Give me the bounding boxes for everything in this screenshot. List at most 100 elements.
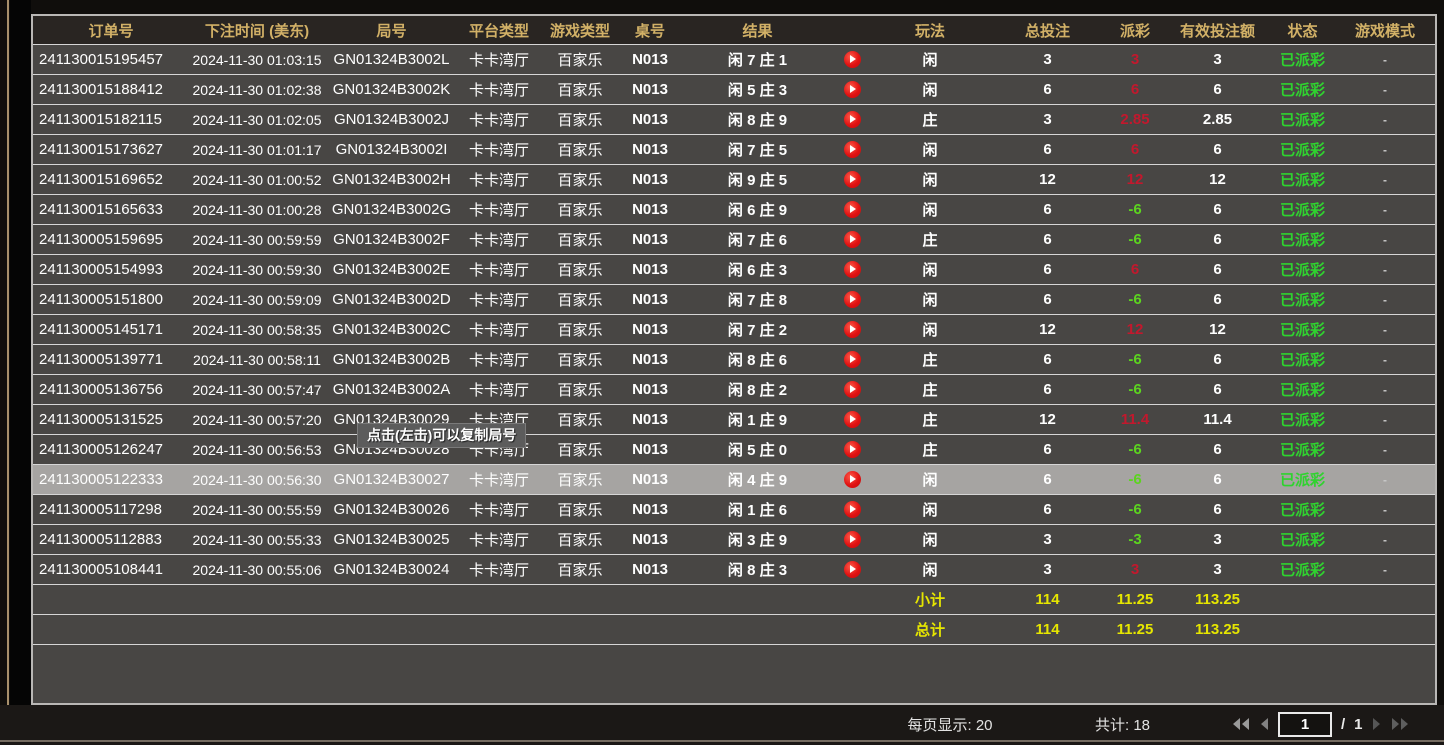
play-icon[interactable] xyxy=(844,141,861,158)
play-icon-cell[interactable] xyxy=(835,531,870,549)
play-icon-cell[interactable] xyxy=(835,561,870,579)
page-separator: / xyxy=(1341,716,1345,733)
play-icon-cell[interactable] xyxy=(835,381,870,399)
play-icon-cell[interactable] xyxy=(835,81,870,99)
round-cell[interactable]: GN01324B3002D xyxy=(325,291,458,308)
game-type-cell: 百家乐 xyxy=(540,259,620,280)
total-bet-cell: 6 xyxy=(990,231,1105,248)
page-input[interactable] xyxy=(1278,712,1332,737)
status-cell: 已派彩 xyxy=(1270,229,1335,250)
valid-bet-cell: 3 xyxy=(1165,531,1270,548)
play-icon-cell[interactable] xyxy=(835,261,870,279)
table-row[interactable]: 2411300051128832024-11-30 00:55:33GN0132… xyxy=(33,525,1435,555)
round-cell[interactable]: GN01324B3002G xyxy=(325,201,458,218)
play-icon[interactable] xyxy=(844,51,861,68)
next-page-button[interactable] xyxy=(1372,717,1382,731)
valid-bet-cell: 6 xyxy=(1165,261,1270,278)
play-icon-cell[interactable] xyxy=(835,51,870,69)
play-icon-cell[interactable] xyxy=(835,201,870,219)
total-label: 总计 xyxy=(870,619,990,640)
play-icon[interactable] xyxy=(844,501,861,518)
table-row[interactable]: 2411300051084412024-11-30 00:55:06GN0132… xyxy=(33,555,1435,585)
order-cell: 241130005151800 xyxy=(33,291,189,308)
table-row[interactable]: 2411300051262472024-11-30 00:56:53GN0132… xyxy=(33,435,1435,465)
table-row[interactable]: 2411300151884122024-11-30 01:02:38GN0132… xyxy=(33,75,1435,105)
first-page-button[interactable] xyxy=(1232,717,1250,731)
table-cell: N013 xyxy=(620,141,680,158)
play-icon[interactable] xyxy=(844,81,861,98)
play-icon[interactable] xyxy=(844,561,861,578)
total-bet-cell: 3 xyxy=(990,561,1105,578)
total-bet-cell: 12 xyxy=(990,411,1105,428)
table-row[interactable]: 2411300051397712024-11-30 00:58:11GN0132… xyxy=(33,345,1435,375)
play-icon-cell[interactable] xyxy=(835,441,870,459)
play-icon[interactable] xyxy=(844,531,861,548)
play-icon[interactable] xyxy=(844,111,861,128)
play-icon-cell[interactable] xyxy=(835,351,870,369)
play-icon-cell[interactable] xyxy=(835,501,870,519)
time-cell: 2024-11-30 01:01:17 xyxy=(189,142,325,158)
round-cell[interactable]: GN01324B3002L xyxy=(325,51,458,68)
table-row[interactable]: 2411300051549932024-11-30 00:59:30GN0132… xyxy=(33,255,1435,285)
round-cell[interactable]: GN01324B3002B xyxy=(325,351,458,368)
table-row[interactable]: 2411300151696522024-11-30 01:00:52GN0132… xyxy=(33,165,1435,195)
table-row[interactable]: 2411300051518002024-11-30 00:59:09GN0132… xyxy=(33,285,1435,315)
table-row[interactable]: 2411300051315252024-11-30 00:57:20GN0132… xyxy=(33,405,1435,435)
status-cell: 已派彩 xyxy=(1270,109,1335,130)
play-icon[interactable] xyxy=(844,231,861,248)
round-cell[interactable]: GN01324B3002K xyxy=(325,81,458,98)
play-icon-cell[interactable] xyxy=(835,111,870,129)
play-icon[interactable] xyxy=(844,351,861,368)
round-cell[interactable]: GN01324B3002F xyxy=(325,231,458,248)
round-cell[interactable]: GN01324B30027 xyxy=(325,471,458,488)
play-icon-cell[interactable] xyxy=(835,231,870,249)
payout-cell: -6 xyxy=(1105,291,1165,308)
mode-cell: - xyxy=(1335,473,1435,487)
status-cell: 已派彩 xyxy=(1270,49,1335,70)
platform-cell: 卡卡湾厅 xyxy=(458,49,540,70)
play-cell: 闲 xyxy=(870,559,990,580)
valid-bet-cell: 6 xyxy=(1165,441,1270,458)
play-icon[interactable] xyxy=(844,471,861,488)
round-cell[interactable]: GN01324B3002C xyxy=(325,321,458,338)
play-cell: 闲 xyxy=(870,499,990,520)
round-cell[interactable]: GN01324B30026 xyxy=(325,501,458,518)
play-icon[interactable] xyxy=(844,201,861,218)
play-icon-cell[interactable] xyxy=(835,141,870,159)
play-icon-cell[interactable] xyxy=(835,471,870,489)
table-row[interactable]: 2411300051367562024-11-30 00:57:47GN0132… xyxy=(33,375,1435,405)
play-icon[interactable] xyxy=(844,171,861,188)
play-icon[interactable] xyxy=(844,261,861,278)
round-cell[interactable]: GN01324B30025 xyxy=(325,531,458,548)
table-row[interactable]: 2411300151821152024-11-30 01:02:05GN0132… xyxy=(33,105,1435,135)
table-row[interactable]: 2411300151954572024-11-30 01:03:15GN0132… xyxy=(33,45,1435,75)
prev-page-button[interactable] xyxy=(1259,717,1269,731)
mode-cell: - xyxy=(1335,113,1435,127)
play-icon[interactable] xyxy=(844,441,861,458)
round-cell[interactable]: GN01324B3002I xyxy=(325,141,458,158)
table-cell: N013 xyxy=(620,531,680,548)
table-row[interactable]: 2411300051451712024-11-30 00:58:35GN0132… xyxy=(33,315,1435,345)
round-cell[interactable]: GN01324B3002J xyxy=(325,111,458,128)
table-header: 订单号 下注时间 (美东) 局号 平台类型 游戏类型 桌号 结果 玩法 总投注 … xyxy=(33,16,1435,45)
table-row[interactable]: 2411300051172982024-11-30 00:55:59GN0132… xyxy=(33,495,1435,525)
table-row[interactable]: 2411300051596952024-11-30 00:59:59GN0132… xyxy=(33,225,1435,255)
table-row[interactable]: 2411300151656332024-11-30 01:00:28GN0132… xyxy=(33,195,1435,225)
play-icon[interactable] xyxy=(844,381,861,398)
game-type-cell: 百家乐 xyxy=(540,229,620,250)
play-icon[interactable] xyxy=(844,411,861,428)
table-row[interactable]: 2411300151736272024-11-30 01:01:17GN0132… xyxy=(33,135,1435,165)
play-icon-cell[interactable] xyxy=(835,321,870,339)
play-icon-cell[interactable] xyxy=(835,171,870,189)
table-row[interactable]: 2411300051223332024-11-30 00:56:30GN0132… xyxy=(33,465,1435,495)
last-page-button[interactable] xyxy=(1391,717,1409,731)
round-cell[interactable]: GN01324B3002A xyxy=(325,381,458,398)
round-cell[interactable]: GN01324B30024 xyxy=(325,561,458,578)
payout-cell: 2.85 xyxy=(1105,111,1165,128)
play-icon[interactable] xyxy=(844,321,861,338)
play-icon-cell[interactable] xyxy=(835,411,870,429)
play-icon-cell[interactable] xyxy=(835,291,870,309)
round-cell[interactable]: GN01324B3002E xyxy=(325,261,458,278)
round-cell[interactable]: GN01324B3002H xyxy=(325,171,458,188)
play-icon[interactable] xyxy=(844,291,861,308)
